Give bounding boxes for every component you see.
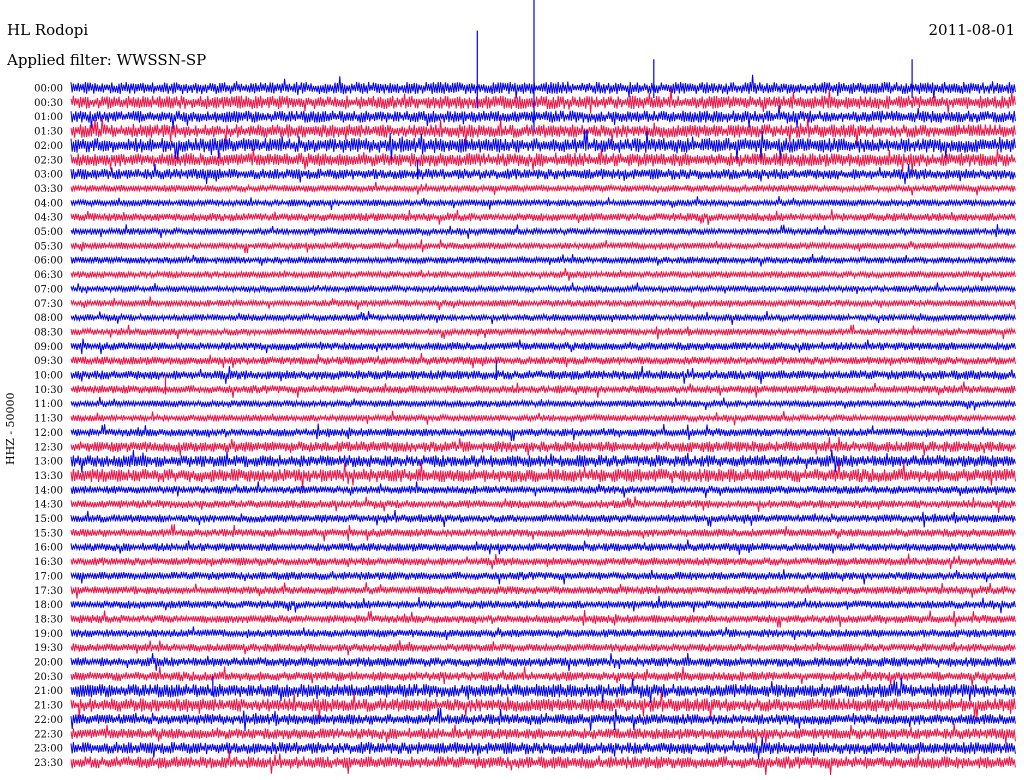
time-label: 15:00: [34, 514, 63, 525]
time-label: 09:00: [34, 342, 63, 353]
time-label: 19:00: [34, 629, 63, 640]
time-label: 12:30: [34, 442, 63, 453]
trace-row: [70, 310, 1016, 325]
time-label: 14:00: [34, 485, 63, 496]
trace-row: [70, 524, 1016, 542]
time-label: 07:30: [34, 299, 63, 310]
time-label: 06:30: [34, 270, 63, 281]
time-label: 22:30: [34, 729, 63, 740]
helicorder-plot: 00:00 00:30 01:00 01:30 02:00 02:30 03:00 03:30…: [34, 0, 1016, 776]
time-label: 03:00: [34, 170, 63, 181]
time-label: 11:00: [34, 399, 63, 410]
time-label: 11:30: [34, 414, 63, 425]
trace-row: [70, 582, 1016, 599]
time-label: 03:30: [34, 184, 63, 195]
time-label: 02:00: [34, 141, 63, 152]
trace-row: [70, 410, 1016, 426]
time-label: 21:30: [34, 701, 63, 712]
time-label: 19:30: [34, 643, 63, 654]
trace-row: [70, 481, 1016, 498]
trace-row: [70, 539, 1016, 555]
time-label: 23:00: [34, 744, 63, 755]
time-label: 07:00: [34, 284, 63, 295]
trace-row: [70, 437, 1016, 456]
trace-row: [70, 381, 1016, 398]
time-label: 18:30: [34, 614, 63, 625]
time-label: 13:00: [34, 457, 63, 468]
time-label: 05:00: [34, 227, 63, 238]
trace-row: [70, 610, 1016, 628]
time-label: 08:00: [34, 313, 63, 324]
time-label: 10:00: [34, 371, 63, 382]
time-label: 06:00: [34, 256, 63, 267]
trace-row: [70, 238, 1016, 254]
trace-row: [70, 209, 1016, 226]
trace-row: [70, 653, 1016, 672]
time-label: 20:30: [34, 672, 63, 683]
trace-row: [70, 723, 1016, 744]
time-label: 23:30: [34, 758, 63, 769]
trace-row: [70, 268, 1016, 282]
trace-row: [70, 224, 1016, 239]
trace-row: [70, 282, 1016, 294]
trace-row: [70, 253, 1016, 267]
trace-row: [70, 736, 1016, 760]
time-label: 09:30: [34, 356, 63, 367]
trace-row: [70, 196, 1016, 210]
trace-row: [70, 338, 1016, 355]
time-label: 15:30: [34, 528, 63, 539]
trace-row: [70, 352, 1016, 369]
trace-row: [70, 396, 1016, 411]
time-label: 02:30: [34, 155, 63, 166]
trace-row: [70, 509, 1016, 528]
time-label: 13:30: [34, 471, 63, 482]
time-label: 04:30: [34, 213, 63, 224]
time-label: 17:00: [34, 571, 63, 582]
time-label: 21:00: [34, 686, 63, 697]
time-label: 00:00: [34, 84, 63, 95]
time-label: 16:00: [34, 543, 63, 554]
time-label: 00:30: [34, 98, 63, 109]
time-label: 18:00: [34, 600, 63, 611]
time-label: 20:00: [34, 658, 63, 669]
time-label: 01:30: [34, 127, 63, 138]
time-label: 01:00: [34, 112, 63, 123]
trace-row: [70, 74, 1016, 99]
time-label: 16:30: [34, 557, 63, 568]
time-label: 12:00: [34, 428, 63, 439]
trace-row: [70, 365, 1016, 384]
time-label: 05:30: [34, 241, 63, 252]
trace-row: [70, 626, 1016, 641]
trace-row: [70, 640, 1016, 656]
trace-row: [70, 707, 1016, 732]
time-label: 08:30: [34, 327, 63, 338]
trace-row: [70, 423, 1016, 442]
trace-row: [70, 553, 1016, 570]
time-label: 14:30: [34, 500, 63, 511]
time-label: 10:30: [34, 385, 63, 396]
trace-row: [70, 163, 1016, 185]
trace-row: [70, 750, 1016, 776]
trace-row: [70, 569, 1016, 585]
time-label: 04:00: [34, 198, 63, 209]
trace-row: [70, 595, 1016, 614]
time-label: 17:30: [34, 586, 63, 597]
trace-row: [70, 449, 1016, 473]
trace-row: [70, 296, 1016, 311]
trace-row: [70, 148, 1016, 172]
time-label: 22:00: [34, 715, 63, 726]
trace-row: [70, 496, 1016, 513]
trace-row: [70, 105, 1016, 129]
trace-row: [70, 324, 1016, 340]
trace-row: [70, 181, 1016, 196]
